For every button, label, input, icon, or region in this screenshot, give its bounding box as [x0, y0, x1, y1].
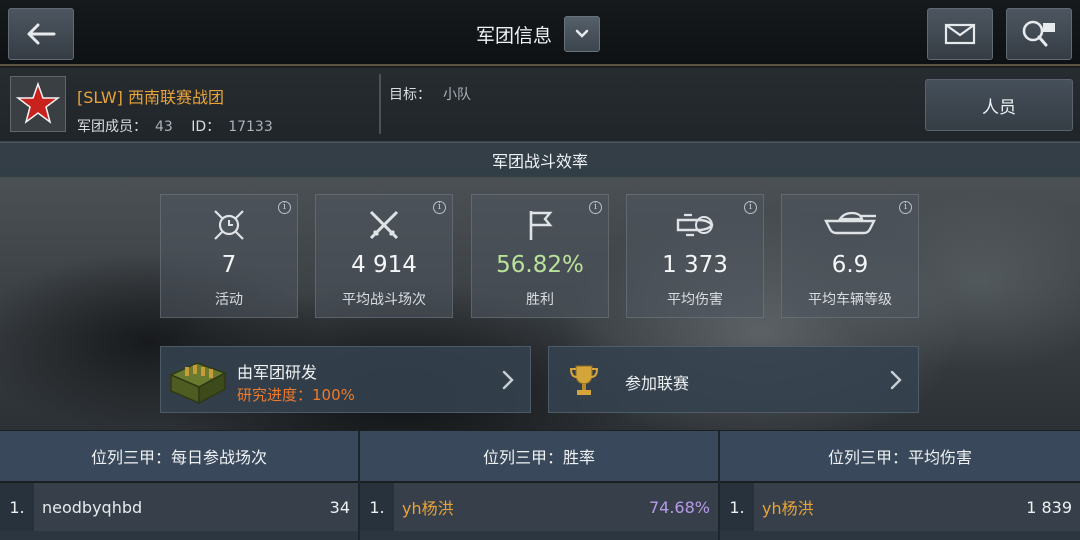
stat-card-activity: i 7 活动 — [160, 194, 298, 318]
search-icon — [1022, 20, 1055, 47]
top-bar: 军团信息 — [0, 0, 1080, 66]
stat-label: 平均车辆等级 — [808, 292, 892, 308]
research-title: 由军团研发 — [237, 363, 318, 382]
stat-label: 胜利 — [526, 292, 554, 308]
members-button[interactable]: 人员 — [925, 79, 1073, 131]
mail-icon — [944, 23, 976, 45]
clan-header: [SLW] 西南联赛战团 军团成员： 43 ID： 17133 目标： 小队 人员 — [0, 68, 1080, 142]
stat-value: 7 — [221, 252, 237, 278]
mail-button[interactable] — [927, 8, 993, 60]
back-arrow-icon — [27, 23, 56, 45]
id-label: ID： — [191, 119, 221, 135]
search-player-button[interactable] — [1006, 8, 1072, 60]
leaderboard-row-partial — [360, 531, 718, 540]
player-value: 74.68% — [648, 497, 710, 517]
clan-emblem — [10, 76, 66, 132]
column-divider — [358, 431, 360, 540]
target-label: 目标： — [389, 87, 431, 103]
player-value: 1 839 — [1026, 497, 1072, 517]
clan-members-id: 军团成员： 43 ID： 17133 — [77, 116, 273, 136]
clock-crossed-swords-icon — [214, 210, 244, 240]
tank-icon — [824, 211, 876, 235]
efficiency-title: 军团战斗效率 — [0, 143, 1080, 177]
crossed-swords-icon — [369, 210, 399, 240]
chevron-down-icon — [575, 29, 589, 38]
target-value: 小队 — [443, 87, 471, 103]
stat-value: 1 373 — [662, 252, 728, 278]
stat-label: 活动 — [215, 292, 243, 308]
leaderboard-row-partial — [0, 531, 358, 540]
stat-label: 平均战斗场次 — [342, 292, 426, 308]
leaderboard-row[interactable]: 1. yh杨洪 74.68% — [360, 483, 718, 531]
leaderboard-row[interactable]: 1. neodbyqhbd 34 — [0, 483, 358, 531]
research-progress: 研究进度：100% — [237, 386, 355, 404]
rank: 1. — [729, 497, 745, 517]
clan-research-panel[interactable]: 由军团研发 研究进度：100% — [160, 346, 531, 413]
leaderboard-winrate-title: 位列三甲：胜率 — [360, 431, 718, 481]
leaderboard-row[interactable]: 1. yh杨洪 1 839 — [720, 483, 1080, 531]
column-divider — [718, 431, 720, 540]
divider — [379, 74, 381, 134]
flag-icon — [529, 211, 553, 240]
player-name: yh杨洪 — [762, 499, 814, 518]
stat-card-avg-damage: i 1 373 平均伤害 — [626, 194, 764, 318]
join-league-panel[interactable]: 参加联赛 — [548, 346, 919, 413]
player-name: neodbyqhbd — [42, 497, 143, 517]
leaderboard-row-partial — [720, 531, 1080, 540]
trophy-icon — [569, 365, 599, 395]
title-dropdown-button[interactable] — [564, 16, 601, 52]
clan-id: 17133 — [228, 119, 273, 135]
shell-icon — [676, 213, 714, 237]
stat-card-victories: i 56.82% 胜利 — [471, 194, 609, 318]
leaderboard-daily-battles-title: 位列三甲：每日参战场次 — [0, 431, 358, 481]
clan-name: [SLW] 西南联赛战团 — [77, 88, 224, 107]
rank: 1. — [9, 497, 25, 517]
stat-value: 6.9 — [831, 252, 869, 278]
stat-value: 4 914 — [351, 252, 417, 278]
leaderboard-avg-damage-title: 位列三甲：平均伤害 — [720, 431, 1080, 481]
chevron-right-icon — [890, 370, 902, 390]
members-count: 43 — [155, 119, 173, 135]
ammo-crate-icon — [169, 362, 227, 405]
members-label: 军团成员： — [77, 119, 147, 135]
rank: 1. — [369, 497, 385, 517]
clan-target: 目标： 小队 — [389, 84, 471, 104]
title-group: 军团信息 — [476, 15, 601, 53]
chevron-right-icon — [502, 370, 514, 390]
stat-value: 56.82% — [496, 252, 584, 278]
stat-label: 平均伤害 — [667, 292, 723, 308]
stat-card-avg-tier: i 6.9 平均车辆等级 — [781, 194, 919, 318]
player-name: yh杨洪 — [402, 499, 454, 518]
page-title: 军团信息 — [476, 24, 553, 47]
player-value: 34 — [329, 497, 350, 517]
red-star-emblem — [15, 81, 61, 124]
league-title: 参加联赛 — [625, 374, 690, 393]
stat-card-avg-battles: i 4 914 平均战斗场次 — [315, 194, 453, 318]
back-button[interactable] — [8, 8, 74, 60]
